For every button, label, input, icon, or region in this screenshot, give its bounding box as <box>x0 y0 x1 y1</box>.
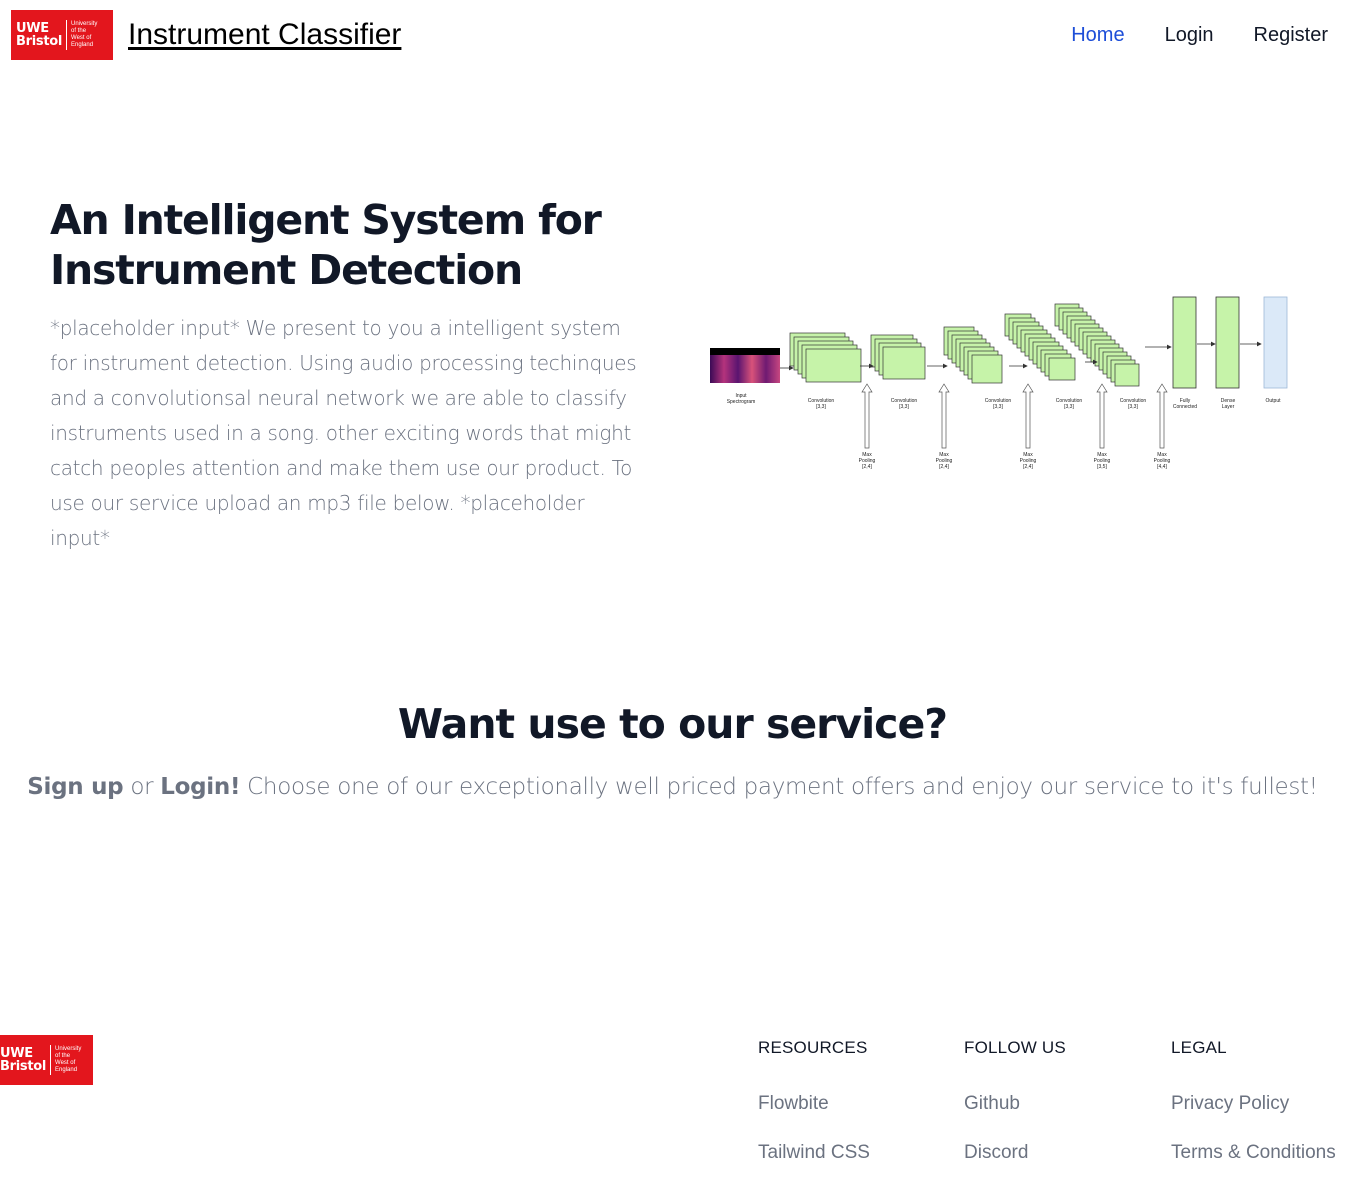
footer-follow-title: FOLLOW US <box>964 1038 1066 1057</box>
conv1-stack-map <box>805 348 862 383</box>
footer-link-privacy[interactable]: Privacy Policy <box>1171 1093 1336 1115</box>
signup-link[interactable]: Sign up <box>27 774 123 800</box>
label-conv1-2: [3,3] <box>816 404 826 410</box>
fully-connected-layer <box>1172 296 1197 389</box>
footer-link-terms[interactable]: Terms & Conditions <box>1171 1142 1336 1164</box>
hero-title-line1: An Intelligent System for <box>50 196 602 244</box>
label-pool3-3: [2,4] <box>1023 464 1033 470</box>
hero-description: *placeholder input* We present to you a … <box>50 316 637 550</box>
label-output: Output <box>1265 398 1281 404</box>
cnn-architecture-diagram: Input Spectrogram Convolution [3,3] Conv… <box>710 296 1288 470</box>
nav-register[interactable]: Register <box>1254 24 1328 47</box>
hero-title-line2: Instrument Detection <box>50 246 523 294</box>
label-pool1-3: [2,4] <box>862 464 872 470</box>
conv3-stack-map <box>971 354 1003 384</box>
cta-text: Sign up or Login! Choose one of our exce… <box>0 774 1345 800</box>
cta-or: or <box>123 774 161 800</box>
footer-uwe-logo[interactable]: UWE Bristol University of the West of En… <box>0 1035 93 1085</box>
main-nav: Home Login Register <box>1031 24 1328 47</box>
footer-link-discord[interactable]: Discord <box>964 1142 1066 1164</box>
logo-sub-text: University of the West of England <box>71 21 98 48</box>
footer-legal-title: LEGAL <box>1171 1038 1227 1057</box>
logo-divider <box>66 20 68 50</box>
conv4-stack-map <box>1048 357 1076 381</box>
uwe-logo[interactable]: UWE Bristol University of the West of En… <box>11 10 113 60</box>
logo-main-text: UWE Bristol <box>16 21 63 49</box>
conv5-stack-map <box>1114 363 1140 387</box>
dense-layer <box>1215 296 1240 389</box>
cta-rest: Choose one of our exceptionally well pri… <box>240 774 1318 800</box>
label-pool4-3: [3,5] <box>1097 464 1107 470</box>
footer-link-flowbite[interactable]: Flowbite <box>758 1093 870 1115</box>
label-pool2-3: [2,4] <box>939 464 949 470</box>
input-spectrogram <box>710 348 780 383</box>
label-dense-2: Layer <box>1222 404 1235 410</box>
cta-title: Want use to our service? <box>397 700 948 748</box>
conv1-stack <box>789 332 862 383</box>
label-conv5-2: [3,3] <box>1128 404 1138 410</box>
label-fc-2: Connected <box>1173 404 1197 410</box>
login-link[interactable]: Login! <box>160 774 240 800</box>
label-conv2-2: [3,3] <box>899 404 909 410</box>
footer-logo-main-text: UWE Bristol <box>0 1046 47 1074</box>
conv2-stack <box>870 334 926 380</box>
footer-resources: RESOURCES Flowbite Tailwind CSS <box>758 1038 870 1191</box>
footer-link-tailwind[interactable]: Tailwind CSS <box>758 1142 870 1164</box>
footer-link-github[interactable]: Github <box>964 1093 1066 1115</box>
label-input-2: Spectrogram <box>727 399 756 405</box>
label-conv3-2: [3,3] <box>993 404 1003 410</box>
conv2-stack-map <box>882 346 926 380</box>
hero-title: An Intelligent System for Instrument Det… <box>50 195 670 295</box>
label-pool5-3: [4,4] <box>1157 464 1167 470</box>
site-title-link[interactable]: Instrument Classifier <box>128 18 401 52</box>
conv-stacks <box>789 303 1140 387</box>
output-layer <box>1263 296 1288 389</box>
footer-legal: LEGAL Privacy Policy Terms & Conditions <box>1171 1038 1336 1191</box>
footer-follow: FOLLOW US Github Discord <box>964 1038 1066 1191</box>
footer-resources-title: RESOURCES <box>758 1038 868 1057</box>
footer-logo-sub-text: University of the West of England <box>55 1046 82 1073</box>
footer-logo-divider <box>50 1045 52 1075</box>
pooling-arrows <box>861 383 1168 449</box>
nav-login[interactable]: Login <box>1165 24 1214 47</box>
label-conv4-2: [3,3] <box>1064 404 1074 410</box>
conv3-stack <box>943 326 1003 384</box>
nav-home[interactable]: Home <box>1071 24 1124 47</box>
